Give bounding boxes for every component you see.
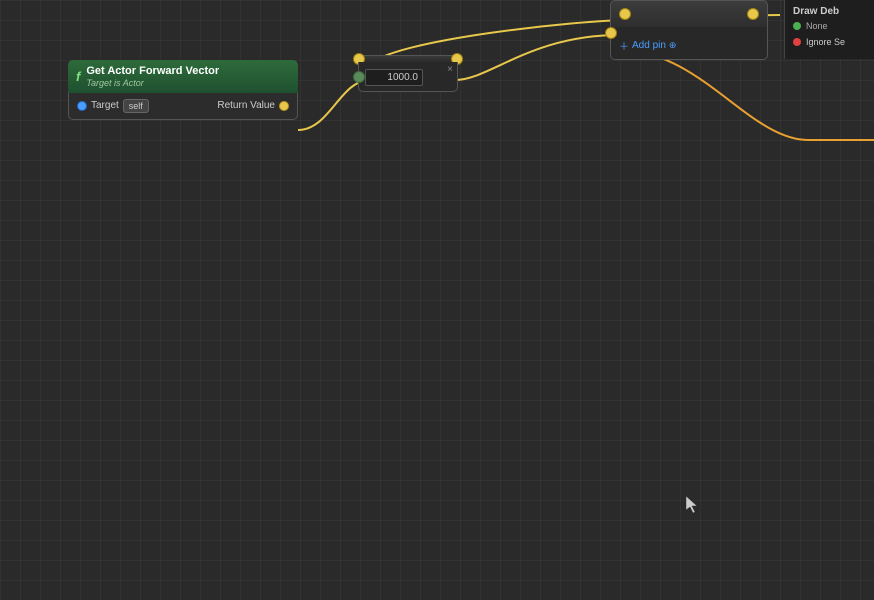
none-label: None [806, 21, 828, 31]
node-header-get-forward: f Get Actor Forward Vector Target is Act… [68, 60, 298, 93]
node-multiply-body: × [358, 62, 458, 92]
large-node-top-pin-1[interactable] [619, 8, 631, 20]
large-node-body: ＋ Add pin ⊕ [610, 27, 768, 60]
add-pin-label: Add pin [632, 40, 666, 51]
node-multiply-header [358, 55, 458, 62]
blueprint-canvas[interactable]: f Get Actor Forward Vector Target is Act… [0, 0, 874, 600]
mouse-cursor [686, 496, 698, 514]
add-pin-button[interactable]: ＋ Add pin ⊕ [619, 38, 759, 53]
ignore-label: Ignore Se [806, 37, 845, 47]
target-exec-pin[interactable] [77, 101, 87, 111]
add-pin-icon: ⊕ [669, 40, 677, 51]
multiply-left-pin[interactable] [353, 71, 365, 83]
right-panel: Draw Deb None Ignore Se [784, 0, 874, 59]
node-multiply: × [358, 55, 458, 92]
node-get-forward-vector: f Get Actor Forward Vector Target is Act… [68, 60, 298, 120]
panel-title: Draw Deb [793, 6, 866, 17]
return-label: Return Value [217, 100, 275, 111]
target-label: Target [91, 100, 119, 111]
large-node-top-pin-2[interactable] [747, 8, 759, 20]
green-dot-icon [793, 22, 801, 30]
node-title: Get Actor Forward Vector [86, 65, 219, 78]
large-node-header [610, 0, 768, 27]
self-badge: self [123, 99, 149, 113]
function-icon: f [76, 69, 80, 84]
target-pin-row: Target self [77, 99, 149, 113]
node-body-get-forward: Target self Return Value [68, 93, 298, 120]
close-icon[interactable]: × [447, 64, 453, 75]
red-dot-icon [793, 38, 801, 46]
return-pin-row: Return Value [217, 100, 289, 111]
multiply-value-input[interactable] [365, 69, 423, 86]
node-subtitle: Target is Actor [86, 78, 219, 89]
return-value-pin[interactable] [279, 101, 289, 111]
panel-ignore-item: Ignore Se [793, 37, 866, 47]
plus-icon: ＋ [619, 38, 629, 53]
node-large: ＋ Add pin ⊕ [610, 0, 768, 60]
large-node-left-pin-1[interactable] [605, 27, 617, 39]
panel-none-item: None [793, 21, 866, 31]
